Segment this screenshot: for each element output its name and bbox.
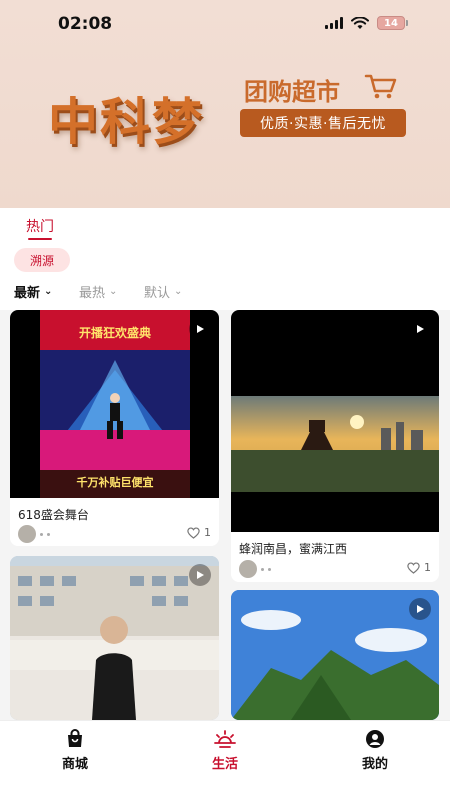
video-thumbnail[interactable] <box>231 590 439 720</box>
play-icon[interactable] <box>409 598 431 620</box>
sort-default-label: 默认 <box>144 286 171 301</box>
sort-hottest[interactable]: 最热 ⌄ <box>79 282 117 301</box>
battery-level: 14 <box>377 16 405 30</box>
feed-card[interactable] <box>231 590 439 720</box>
cart-icon <box>364 74 397 99</box>
like-count: 1 <box>204 526 211 539</box>
nav-profile[interactable]: 我的 <box>330 729 420 772</box>
nav-mall-label: 商城 <box>61 757 88 772</box>
card-title: 618盛会舞台 <box>18 508 89 522</box>
sort-default[interactable]: 默认 ⌄ <box>144 282 182 301</box>
banner-slogan: 优质·实惠·售后无忧 <box>240 109 406 137</box>
sort-hottest-label: 最热 <box>79 286 106 301</box>
sort-latest-label: 最新 <box>14 286 41 301</box>
scenery-image <box>231 396 439 492</box>
battery-icon: 14 <box>377 16 408 30</box>
shopping-bag-icon <box>68 729 82 747</box>
tab-indicator <box>28 238 52 240</box>
signal-icon <box>325 17 343 29</box>
card-title: 蜂润南昌，蜜满江西 <box>239 542 348 556</box>
status-icons: 14 <box>325 16 408 30</box>
video-thumbnail[interactable] <box>10 556 219 720</box>
tab-hot[interactable]: 热门 <box>26 216 54 236</box>
banner[interactable]: 02:08 14 中科梦 团购超市 优质·实惠·售后无忧 <box>0 0 450 208</box>
chevron-down-icon: ⌄ <box>109 286 118 297</box>
chip-trace[interactable]: 溯源 <box>14 248 70 272</box>
chevron-down-icon: ⌄ <box>174 286 183 297</box>
play-icon[interactable] <box>409 318 431 340</box>
like-button[interactable]: 1 <box>187 526 211 539</box>
video-thumbnail[interactable] <box>231 310 439 532</box>
bottom-nav: 商城 生活 我的 <box>0 720 450 800</box>
like-count: 1 <box>424 561 431 574</box>
heart-icon <box>407 561 420 574</box>
nav-life[interactable]: 生活 <box>180 729 270 772</box>
status-time: 02:08 <box>58 14 113 34</box>
stage-image: 开播狂欢盛典 千万补贴巨便宜 <box>40 310 190 498</box>
user-icon <box>366 730 384 748</box>
sort-latest[interactable]: 最新 ⌄ <box>14 282 52 301</box>
chevron-down-icon: ⌄ <box>44 286 53 297</box>
overlay-bottom-text: 千万补贴巨便宜 <box>77 475 154 489</box>
brand-logo-text: 中科梦 <box>48 93 204 151</box>
video-thumbnail[interactable]: 开播狂欢盛典 千万补贴巨便宜 <box>10 310 219 498</box>
play-icon[interactable] <box>189 564 211 586</box>
building-image <box>10 556 219 720</box>
banner-tagline: 团购超市 <box>244 78 340 106</box>
mountain-image <box>231 590 439 720</box>
overlay-top-text: 开播狂欢盛典 <box>79 325 151 340</box>
nav-profile-label: 我的 <box>361 757 388 772</box>
nav-life-label: 生活 <box>211 757 238 772</box>
author-meta <box>18 525 50 543</box>
avatar[interactable] <box>18 525 36 543</box>
heart-icon <box>187 526 200 539</box>
like-button[interactable]: 1 <box>407 561 431 574</box>
feed-card[interactable]: 蜂润南昌，蜜满江西 1 <box>231 310 439 582</box>
author-meta <box>239 560 271 578</box>
sun-icon <box>214 730 236 748</box>
feed-card[interactable]: 开播狂欢盛典 千万补贴巨便宜 618盛会舞台 1 <box>10 310 219 546</box>
wifi-icon <box>351 16 369 29</box>
avatar[interactable] <box>239 560 257 578</box>
feed-card[interactable] <box>10 556 219 720</box>
nav-mall[interactable]: 商城 <box>30 729 120 772</box>
play-icon[interactable] <box>189 318 211 340</box>
